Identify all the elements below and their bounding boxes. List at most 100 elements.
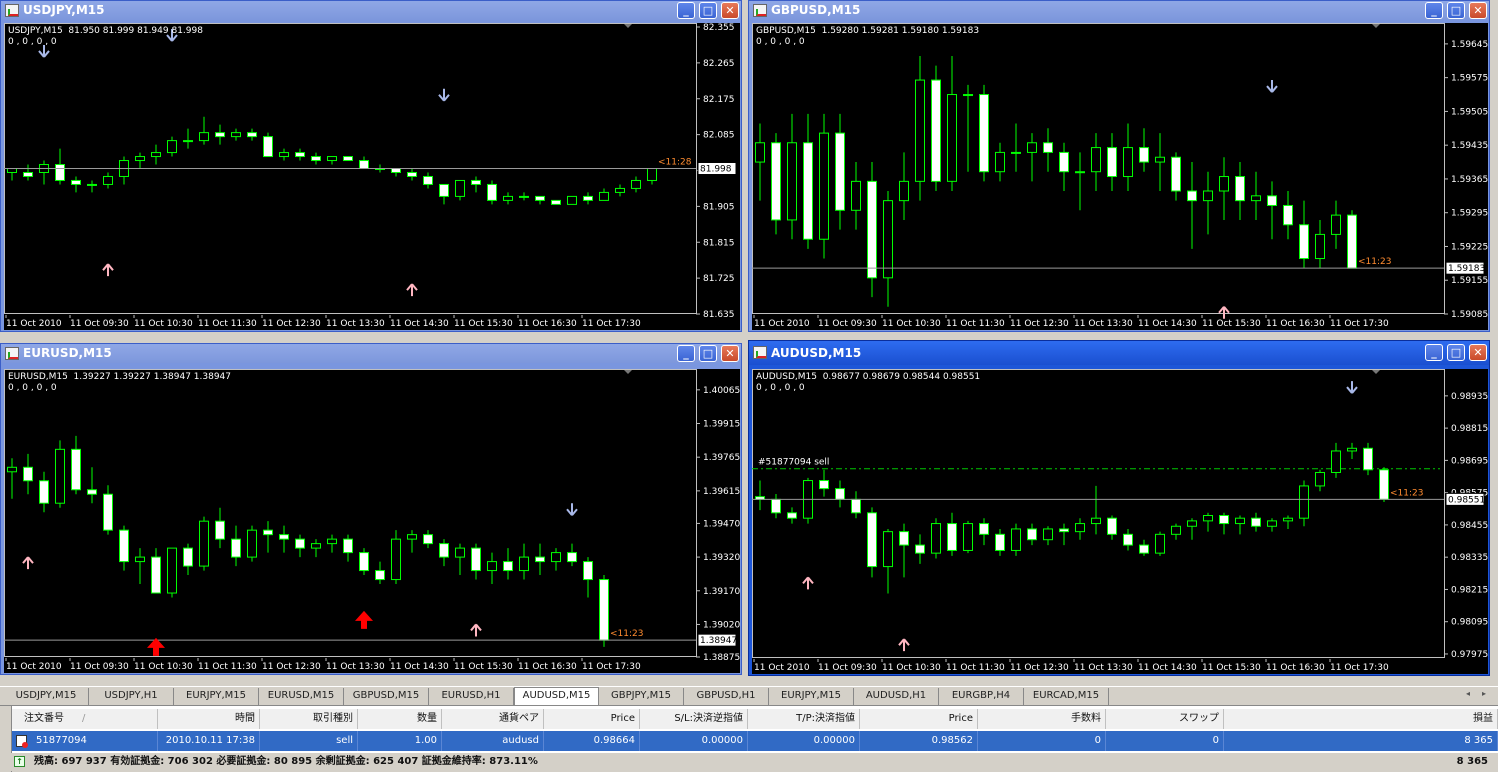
price-axis-label: 1.59645 [1451, 40, 1488, 50]
price-chart[interactable]: 1.59645 1.59575 1.59505 1.59435 1.59365 1.592… [752, 23, 1488, 330]
chart-info: GBPUSD,M15 1.59280 1.59281 1.59180 1.591… [756, 26, 979, 48]
candle [71, 435, 81, 495]
maximize-button[interactable]: □ [1447, 344, 1465, 361]
candle-body [867, 180, 877, 279]
candle [1347, 442, 1357, 460]
close-button[interactable]: ✕ [721, 2, 739, 19]
chart-tab[interactable]: EURGBP,H4 [939, 688, 1024, 705]
candle-body [1107, 147, 1117, 178]
price-axis-label: 1.59295 [1451, 209, 1488, 219]
candle-body [1331, 214, 1341, 235]
minimize-button[interactable]: _ [677, 2, 695, 19]
candle-body [1091, 517, 1101, 525]
column-header[interactable]: 数量 [358, 709, 442, 729]
candle [1219, 157, 1229, 220]
column-header[interactable]: 手数料 [978, 709, 1106, 729]
chart-tab[interactable]: AUDUSD,M15 [514, 687, 599, 706]
chart-tab[interactable]: USDJPY,M15 [4, 688, 89, 705]
column-header[interactable]: Price [544, 709, 640, 729]
chart-tab[interactable]: EURJPY,M15 [174, 688, 259, 705]
chart-tab[interactable]: EURJPY,M15 [769, 688, 854, 705]
column-header[interactable]: スワップ [1106, 709, 1224, 729]
minimize-button[interactable]: _ [1425, 344, 1443, 361]
candle [1187, 518, 1197, 540]
time-axis-label: 11 Oct 12:30 [1010, 319, 1069, 329]
window-titlebar[interactable]: USDJPY,M15 _ □ ✕ [1, 1, 741, 20]
candle [423, 530, 433, 549]
candle-body [567, 552, 577, 563]
chart-tab[interactable]: GBPUSD,H1 [684, 688, 769, 705]
chart-tab[interactable]: GBPJPY,M15 [599, 688, 684, 705]
chart-tab[interactable]: USDJPY,H1 [89, 688, 174, 705]
candle-body [1155, 533, 1165, 554]
chart-tab[interactable]: EURUSD,M15 [259, 688, 344, 705]
candle [7, 458, 17, 499]
tab-scroll-right[interactable]: ▸ [1482, 689, 1486, 698]
time-axis-label: 11 Oct 17:30 [1330, 319, 1389, 329]
column-header-label: 時間 [235, 713, 255, 724]
candle [135, 548, 145, 585]
close-button[interactable]: ✕ [1469, 2, 1487, 19]
price-axis-label: 1.40065 [703, 386, 740, 396]
bar-timer: <11:28 [658, 158, 692, 168]
candle-body [1379, 469, 1389, 500]
close-button[interactable]: ✕ [721, 345, 739, 362]
minimize-button[interactable]: _ [1425, 2, 1443, 19]
column-header[interactable]: S/L:決済逆指値 [640, 709, 748, 729]
candle [995, 528, 1005, 556]
candle-body [979, 523, 989, 535]
price-chart[interactable]: 82.35582.26582.17582.08581.99581.90581.8… [4, 23, 740, 330]
close-button[interactable]: ✕ [1469, 344, 1487, 361]
candle-body [103, 493, 113, 531]
price-axis-label: 1.39765 [703, 453, 740, 463]
chart-window-usdjpy[interactable]: USDJPY,M15 _ □ ✕ 82.355 82.265 82.175 82.08… [0, 0, 742, 332]
window-titlebar[interactable]: GBPUSD,M15 _ □ ✕ [749, 1, 1489, 20]
column-header[interactable]: 損益 [1224, 709, 1498, 729]
candle [439, 539, 449, 567]
time-axis-label: 11 Oct 2010 [754, 663, 810, 673]
candle [883, 191, 893, 307]
candle [599, 188, 609, 201]
chart-window-gbpusd[interactable]: GBPUSD,M15 _ □ ✕ 1.59645 1.59575 1.59505 1.… [748, 0, 1490, 332]
order-row[interactable]: 51877094 2010.10.11 17:38 sell 1.00 audusd 0.… [12, 731, 1498, 751]
chart-window-audusd[interactable]: AUDUSD,M15 _ □ ✕ 0.98935 0.98815 0.98695 0.… [748, 340, 1490, 676]
candle [503, 192, 513, 205]
maximize-button[interactable]: □ [1447, 2, 1465, 19]
chart-window-eurusd[interactable]: EURUSD,M15 _ □ ✕ 1.40065 1.39915 1.39765 1.… [0, 343, 742, 675]
candle [455, 179, 465, 201]
candle [23, 453, 33, 495]
window-titlebar[interactable]: EURUSD,M15 _ □ ✕ [1, 344, 741, 363]
chart-tab[interactable]: EURUSD,H1 [429, 688, 514, 705]
column-header[interactable]: 通貨ペア [442, 709, 544, 729]
window-titlebar[interactable]: AUDUSD,M15 _ □ ✕ [749, 341, 1489, 365]
price-axis-label: 1.59085 [1451, 310, 1488, 320]
candle-body [103, 175, 113, 185]
candle-body [963, 94, 973, 97]
chart-tab[interactable]: EURCAD,M15 [1024, 688, 1109, 705]
column-header[interactable]: 時間 [158, 709, 260, 729]
price-chart[interactable]: 1.40065 1.39915 1.39765 1.39615 1.39470 1.393… [4, 369, 740, 673]
minimize-button[interactable]: _ [677, 345, 695, 362]
chart-tab[interactable]: AUDUSD,H1 [854, 688, 939, 705]
column-header[interactable]: 注文番号 / [12, 709, 158, 729]
candle-body [151, 556, 161, 594]
candle-body [439, 183, 449, 197]
column-header[interactable]: Price [860, 709, 978, 729]
window-title: USDJPY,M15 [23, 3, 105, 17]
tab-scroll-left[interactable]: ◂ [1466, 689, 1470, 698]
shift-marker-icon [624, 370, 632, 374]
candle-body [1219, 176, 1229, 192]
price-chart[interactable]: 0.989350.988150.986950.985750.984550.983… [752, 369, 1488, 674]
candle-body [979, 94, 989, 173]
candle-body [947, 94, 957, 182]
maximize-button[interactable]: □ [699, 2, 717, 19]
column-header-label: T/P:決済指値 [796, 713, 855, 724]
candle-body [1123, 533, 1133, 546]
column-header[interactable]: T/P:決済指値 [748, 709, 860, 729]
column-header-label: 通貨ペア [499, 713, 539, 724]
column-header[interactable]: 取引種別 [260, 709, 358, 729]
maximize-button[interactable]: □ [699, 345, 717, 362]
time-axis-label: 11 Oct 2010 [6, 662, 62, 672]
price-axis-label: 0.98095 [1451, 618, 1488, 628]
chart-tab[interactable]: GBPUSD,M15 [344, 688, 429, 705]
